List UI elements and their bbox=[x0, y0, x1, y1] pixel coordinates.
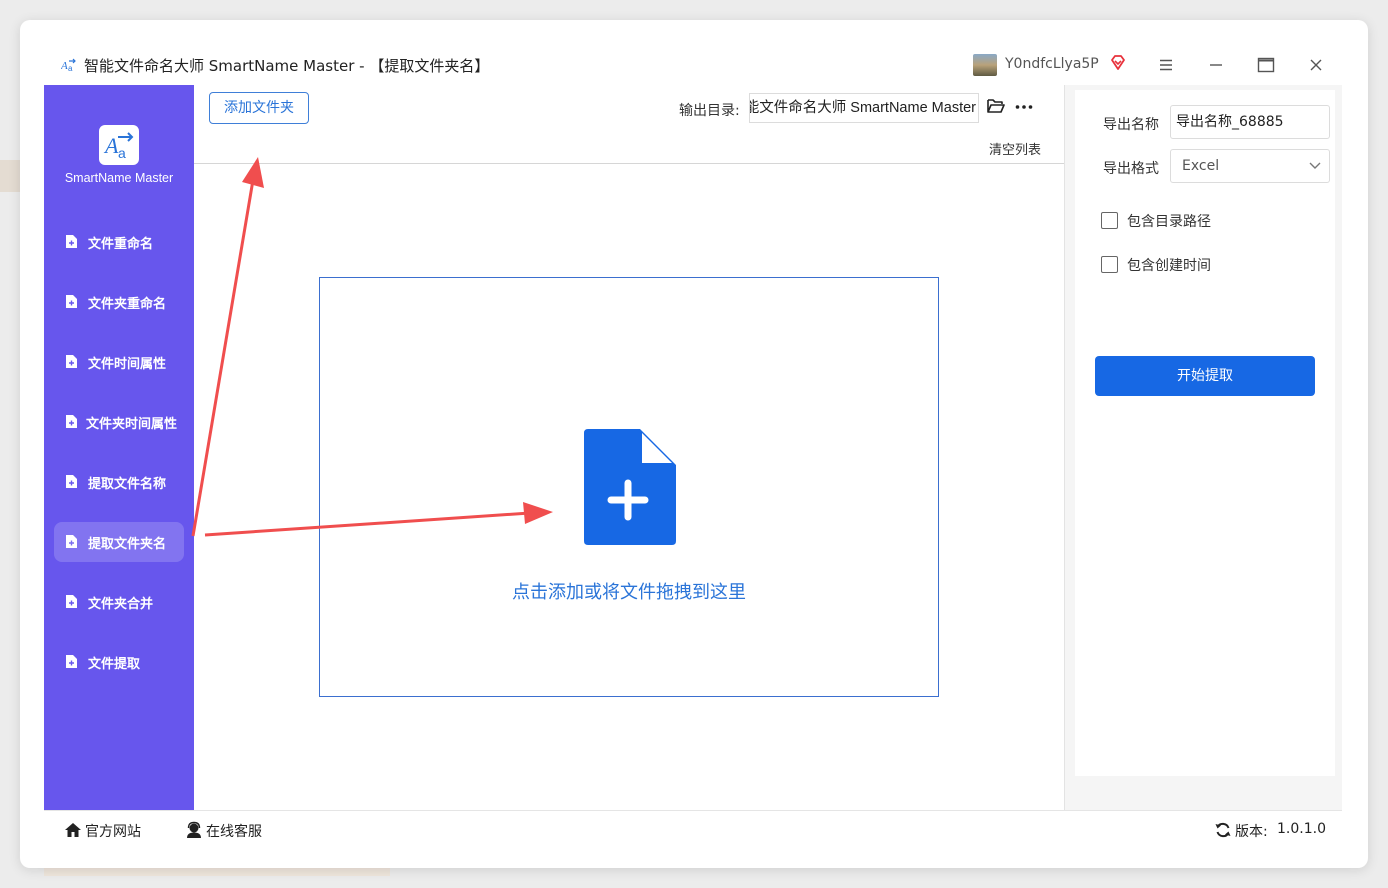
official-website-label: 官方网站 bbox=[85, 824, 141, 840]
logo-text: SmartName Master bbox=[64, 171, 174, 185]
file-icon bbox=[66, 415, 77, 428]
sidebar-item-label: 提取文件名称 bbox=[88, 477, 167, 492]
file-icon bbox=[66, 535, 77, 548]
file-drop-zone[interactable]: 点击添加或将文件拖拽到这里 bbox=[319, 277, 939, 697]
clear-list-button[interactable]: 清空列表 bbox=[989, 139, 1041, 158]
include-dir-path-checkbox[interactable] bbox=[1101, 212, 1118, 229]
svg-text:A: A bbox=[61, 60, 68, 72]
sidebar: A a SmartName Master 文件重命名 文件夹重命名 文件时间属性… bbox=[44, 85, 194, 810]
export-format-value: Excel bbox=[1182, 158, 1220, 174]
maximize-button[interactable] bbox=[1255, 54, 1277, 76]
sidebar-item-extract-file-names[interactable]: 提取文件名称 bbox=[54, 462, 184, 502]
file-icon bbox=[66, 595, 77, 608]
version-label: 版本: bbox=[1235, 824, 1268, 840]
svg-text:A: A bbox=[103, 133, 119, 158]
output-dir-value: 能文件命名大师 SmartName Master bbox=[749, 100, 976, 116]
sidebar-item-label: 文件时间属性 bbox=[88, 357, 167, 372]
refresh-icon[interactable] bbox=[1214, 821, 1232, 839]
app-logo-icon: A a bbox=[103, 132, 134, 161]
close-icon bbox=[1310, 59, 1322, 71]
file-icon bbox=[66, 355, 77, 368]
toolbar-divider bbox=[194, 163, 1064, 164]
customer-service-icon bbox=[187, 821, 201, 838]
avatar[interactable] bbox=[973, 54, 997, 76]
menu-button[interactable] bbox=[1155, 54, 1177, 76]
file-icon bbox=[66, 475, 77, 488]
sidebar-item-label: 文件夹合并 bbox=[88, 597, 154, 612]
sidebar-item-folder-time-attr[interactable]: 文件夹时间属性 bbox=[54, 402, 184, 442]
folder-open-icon[interactable] bbox=[987, 98, 1005, 114]
settings-card: 导出名称 导出名称_68885 导出格式 Excel 包含目录路径 包含创建时间… bbox=[1075, 90, 1335, 776]
more-options-icon[interactable] bbox=[1014, 97, 1034, 117]
add-folder-button[interactable]: 添加文件夹 bbox=[209, 92, 309, 124]
sidebar-item-folder-rename[interactable]: 文件夹重命名 bbox=[54, 282, 184, 322]
output-dir-field[interactable]: 能文件命名大师 SmartName Master bbox=[749, 93, 979, 123]
hamburger-icon bbox=[1160, 59, 1172, 71]
home-icon bbox=[65, 823, 81, 837]
online-support-label: 在线客服 bbox=[206, 824, 262, 840]
sidebar-item-file-time-attr[interactable]: 文件时间属性 bbox=[54, 342, 184, 382]
sidebar-item-label: 提取文件夹名 bbox=[88, 537, 167, 552]
maximize-icon bbox=[1257, 57, 1275, 73]
export-name-label: 导出名称 bbox=[1103, 117, 1159, 133]
sidebar-item-label: 文件夹时间属性 bbox=[86, 417, 178, 432]
export-format-select[interactable]: Excel bbox=[1170, 149, 1330, 183]
add-file-icon[interactable] bbox=[584, 429, 676, 545]
vip-diamond-icon[interactable] bbox=[1109, 54, 1127, 72]
chevron-down-icon bbox=[1309, 162, 1321, 169]
app-logo: A a bbox=[99, 125, 139, 165]
output-dir-label: 输出目录: bbox=[679, 103, 740, 119]
title-bar: A a 智能文件命名大师 SmartName Master - 【提取文件夹名】… bbox=[44, 44, 1342, 85]
include-dir-path-label: 包含目录路径 bbox=[1127, 214, 1211, 230]
settings-panel: 导出名称 导出名称_68885 导出格式 Excel 包含目录路径 包含创建时间… bbox=[1064, 85, 1342, 810]
status-bar: 官方网站 在线客服 版本: 1.0.1.0 bbox=[44, 810, 1342, 848]
svg-text:a: a bbox=[68, 64, 73, 73]
file-icon bbox=[66, 655, 77, 668]
sidebar-item-folder-merge[interactable]: 文件夹合并 bbox=[54, 582, 184, 622]
file-icon bbox=[66, 235, 77, 248]
close-button[interactable] bbox=[1305, 54, 1327, 76]
export-format-label: 导出格式 bbox=[1103, 161, 1159, 177]
include-create-time-checkbox[interactable] bbox=[1101, 256, 1118, 273]
drop-zone-text: 点击添加或将文件拖拽到这里 bbox=[512, 582, 746, 603]
sidebar-item-label: 文件提取 bbox=[88, 657, 141, 672]
include-create-time-label: 包含创建时间 bbox=[1127, 258, 1211, 274]
user-name[interactable]: Y0ndfcLlya5P bbox=[1005, 56, 1099, 72]
window-title: 智能文件命名大师 SmartName Master - 【提取文件夹名】 bbox=[84, 57, 490, 75]
app-logo-icon: A a bbox=[61, 58, 76, 73]
file-icon bbox=[66, 295, 77, 308]
sidebar-item-label: 文件夹重命名 bbox=[88, 297, 167, 312]
desktop-background bbox=[0, 160, 22, 192]
start-extract-button[interactable]: 开始提取 bbox=[1095, 356, 1315, 396]
sidebar-item-file-rename[interactable]: 文件重命名 bbox=[54, 222, 184, 262]
main-content: 添加文件夹 输出目录: 能文件命名大师 SmartName Master 清空列… bbox=[194, 85, 1064, 810]
minimize-button[interactable] bbox=[1205, 54, 1227, 76]
sidebar-item-label: 文件重命名 bbox=[88, 237, 154, 252]
minimize-icon bbox=[1210, 64, 1222, 66]
sidebar-item-extract-folder-names[interactable]: 提取文件夹名 bbox=[54, 522, 184, 562]
version-value: 1.0.1.0 bbox=[1277, 821, 1326, 837]
app-window: A a 智能文件命名大师 SmartName Master - 【提取文件夹名】… bbox=[44, 44, 1342, 848]
export-name-input[interactable]: 导出名称_68885 bbox=[1170, 105, 1330, 139]
svg-text:a: a bbox=[118, 145, 126, 161]
sidebar-item-file-extract[interactable]: 文件提取 bbox=[54, 642, 184, 682]
